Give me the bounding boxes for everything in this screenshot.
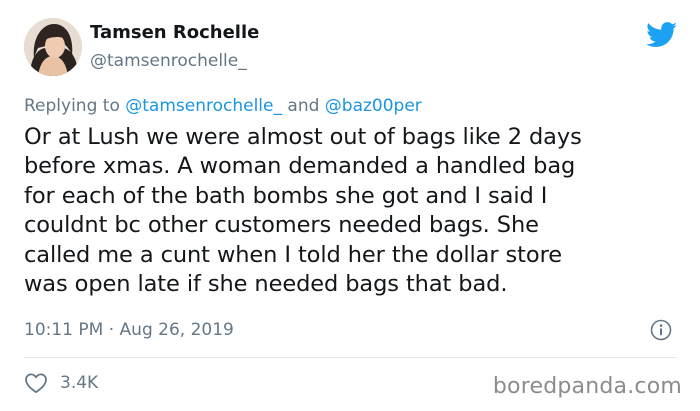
mention-link[interactable]: @baz00per: [325, 96, 422, 116]
replying-joiner: and: [282, 96, 325, 116]
timestamp-separator: ·: [103, 320, 120, 340]
watermark: boredpanda.com: [492, 374, 682, 399]
tweet-text-line: for each of the bath bombs she got and I…: [24, 182, 548, 209]
tweet-text-line: called me a cunt when I told her the dol…: [24, 241, 562, 268]
tweet-timestamp[interactable]: 10:11 PM · Aug 26, 2019: [24, 320, 234, 340]
like-count: 3.4K: [60, 373, 99, 393]
tweet-text-line: was open late if she needed bags that ba…: [24, 271, 508, 298]
tweet-card: Tamsen Rochelle @tamsenrochelle_ Replyin…: [0, 0, 700, 411]
twitter-bird-icon[interactable]: [646, 22, 678, 48]
tweet-date: Aug 26, 2019: [119, 320, 234, 340]
like-button[interactable]: 3.4K: [24, 372, 98, 394]
tweet-text: Or at Lush we were almost out of bags li…: [24, 123, 684, 299]
info-icon[interactable]: [650, 319, 672, 341]
tweet-text-line: before xmas. A woman demanded a handled …: [24, 153, 576, 180]
tweet-text-line: couldnt bc other customers needed bags. …: [24, 212, 539, 239]
replying-to: Replying to @tamsenrochelle_ and @baz00p…: [24, 96, 422, 116]
author-display-name[interactable]: Tamsen Rochelle: [90, 22, 259, 43]
avatar[interactable]: [24, 18, 82, 76]
mention-link[interactable]: @tamsenrochelle_: [125, 96, 282, 116]
tweet-time: 10:11 PM: [24, 320, 104, 340]
author-handle[interactable]: @tamsenrochelle_: [90, 51, 247, 71]
tweet-text-line: Or at Lush we were almost out of bags li…: [24, 124, 582, 150]
heart-icon: [25, 373, 47, 394]
divider: [24, 357, 677, 358]
replying-prefix: Replying to: [24, 96, 126, 116]
